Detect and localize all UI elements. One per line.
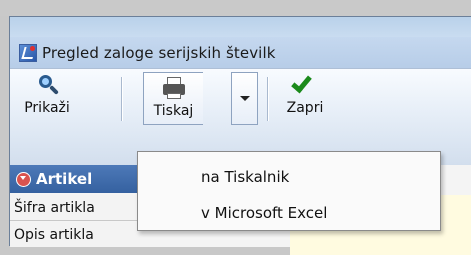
menu-item-v-microsoft-excel[interactable]: v Microsoft Excel [138,196,440,230]
toolbar-separator [267,77,269,121]
prikazi-button[interactable]: Prikaži [18,73,76,127]
app-grid-icon [19,43,37,62]
printer-icon [162,76,186,100]
group-header-artikel[interactable]: Artikel [10,165,140,193]
window-titlebar: Pregled zaloge serijskih številk [10,37,471,68]
print-dropdown-menu: na Tiskalnik v Microsoft Excel [137,151,441,231]
zapri-button[interactable]: Zapri [280,71,330,127]
zapri-label: Zapri [286,100,324,116]
field-label-sifra: Šifra artikla [10,195,140,221]
field-label-opis: Opis artikla [10,222,140,248]
menu-item-label: v Microsoft Excel [201,204,328,222]
tiskaj-button[interactable]: Tiskaj [143,72,203,125]
group-header-label: Artikel [36,170,93,188]
desktop-background [0,0,471,16]
menu-item-label: na Tiskalnik [201,168,290,186]
magnifier-icon [35,73,59,97]
checkmark-icon [291,71,317,97]
toolbar-separator [121,77,123,121]
window-title: Pregled zaloge serijskih številk [42,43,276,62]
prikazi-label: Prikaži [24,100,70,116]
window-top-strip [10,17,471,37]
tiskaj-dropdown-button[interactable] [231,72,258,125]
tiskaj-label: Tiskaj [153,103,194,119]
collapse-icon [16,171,31,187]
menu-item-na-tiskalnik[interactable]: na Tiskalnik [138,160,440,194]
